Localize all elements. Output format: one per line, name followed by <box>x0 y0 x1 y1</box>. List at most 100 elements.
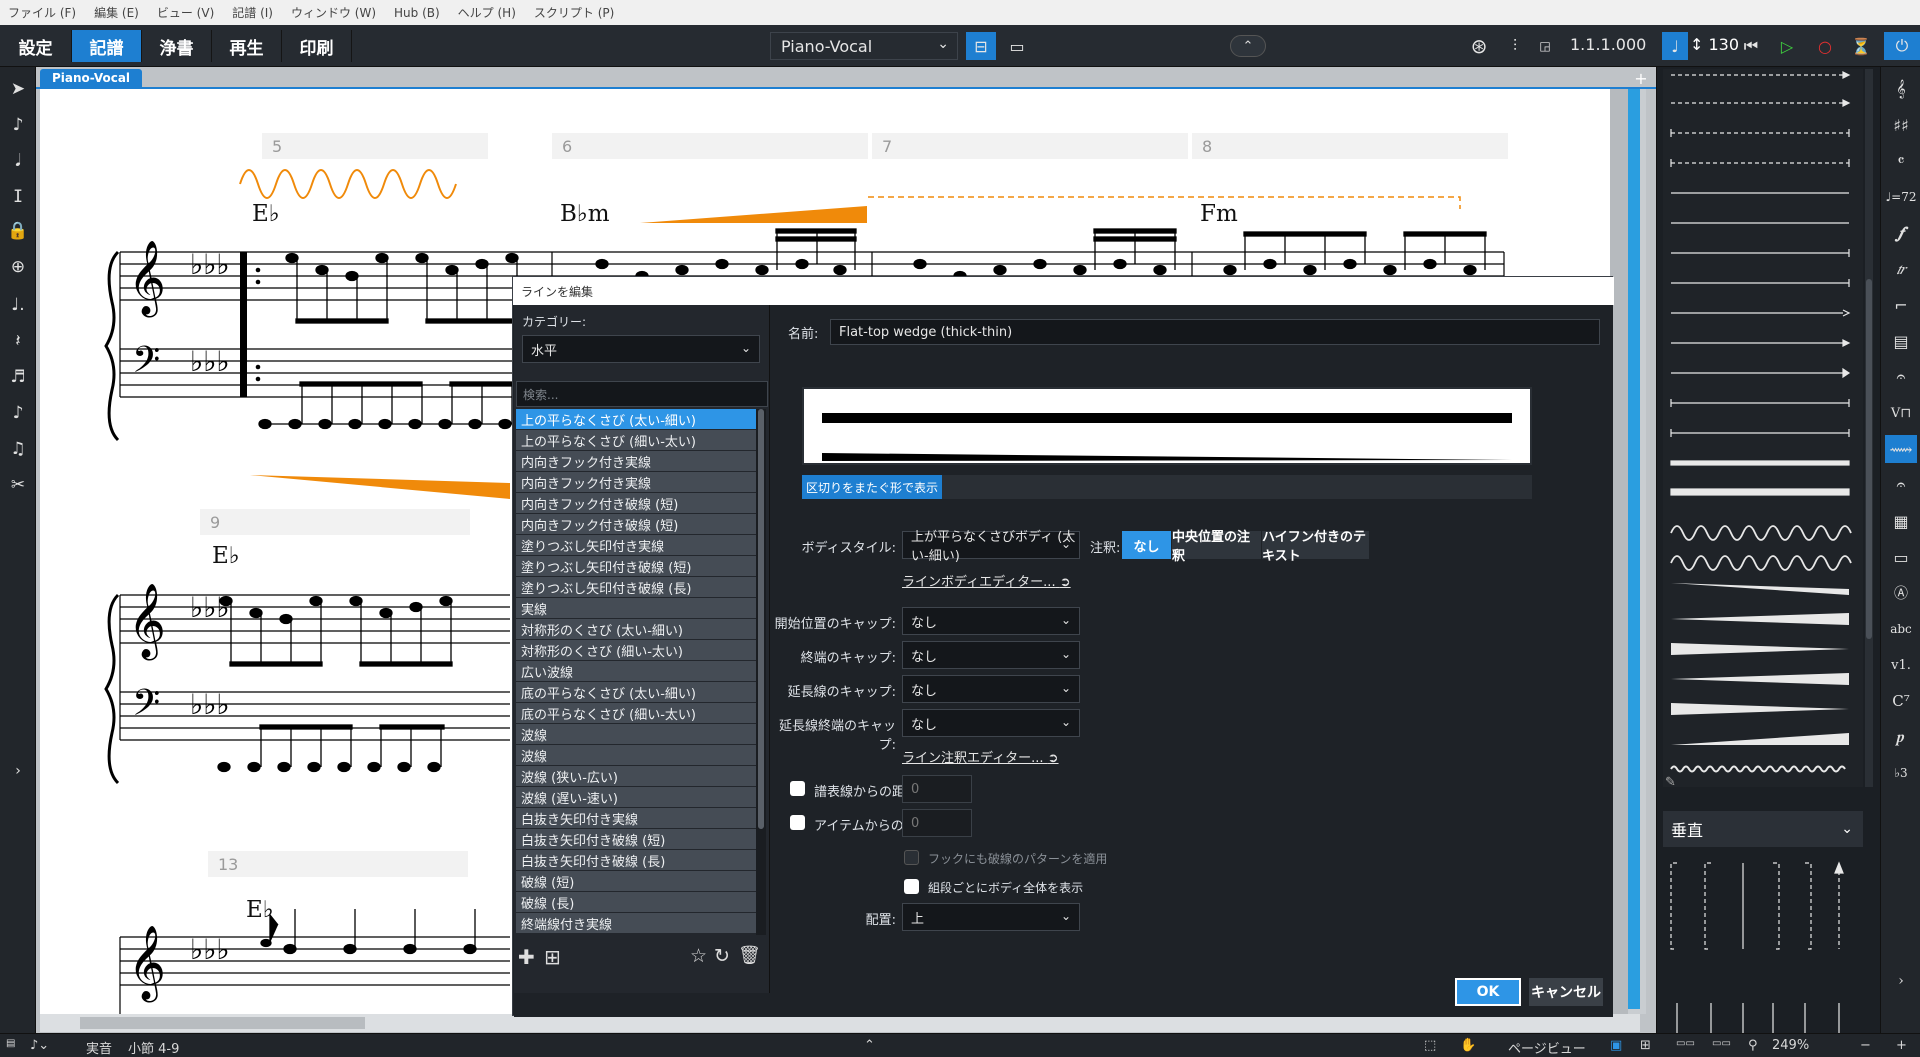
dynamics-icon[interactable]: 𝆑 <box>1885 219 1917 247</box>
repeat-ending-icon[interactable]: ⌐ <box>1885 291 1917 319</box>
menu-edit[interactable]: 編集 (E) <box>94 4 139 21</box>
add-icon[interactable]: ✚ <box>518 945 535 969</box>
chevron-up-icon[interactable]: ⌃ <box>864 1038 875 1053</box>
page-layout-icon[interactable]: ▭▭ <box>1712 1038 1731 1049</box>
lock-icon[interactable]: 🔒 <box>6 217 30 245</box>
line-style-item[interactable]: 広い波線 <box>516 661 756 682</box>
scissors-icon[interactable]: ✂ <box>6 471 30 499</box>
full-body-checkbox[interactable] <box>904 879 919 894</box>
scroll-thumb[interactable] <box>1628 89 1640 1009</box>
grid-view-icon[interactable]: ⊞ <box>1640 1038 1651 1053</box>
body-editor-link[interactable]: ラインボディエディター... ➲ <box>902 571 1071 590</box>
mode-play-tab[interactable]: 再生 <box>212 30 282 62</box>
menu-file[interactable]: ファイル (F) <box>8 4 76 21</box>
chord-input-icon[interactable]: 𝅘𝅥 <box>6 147 30 175</box>
chevron-right-icon[interactable]: › <box>6 757 30 785</box>
record-icon[interactable]: ○ <box>1810 32 1840 60</box>
ok-button[interactable]: OK <box>1455 978 1521 1006</box>
line-style-item[interactable]: 対称形のくさび (太い-細い) <box>516 619 756 640</box>
selection-tool-icon[interactable]: ⬚ <box>1424 1038 1436 1053</box>
end-cap-select[interactable]: なし ⌄ <box>902 641 1080 669</box>
view-mode[interactable]: ページビュー <box>1508 1038 1586 1057</box>
dotted-note-icon[interactable]: ♩. <box>6 291 30 319</box>
trash-icon[interactable]: 🗑 <box>738 945 761 966</box>
mode-write-tab[interactable]: 記譜 <box>72 30 142 62</box>
mode-engrave-tab[interactable]: 浄書 <box>142 30 212 62</box>
staff-distance-checkbox[interactable] <box>790 781 805 796</box>
vertical-scrollbar[interactable] <box>1628 89 1646 1014</box>
hook-dash-checkbox[interactable] <box>904 850 919 865</box>
note-input-icon[interactable]: ♪⌄ <box>30 1038 49 1053</box>
zoom-out-icon[interactable]: − <box>1860 1038 1871 1053</box>
line-style-item[interactable]: 波線 <box>516 724 756 745</box>
add-tab-icon[interactable]: + <box>1632 69 1650 88</box>
menu-script[interactable]: スクリプト (P) <box>534 4 614 21</box>
line-style-item[interactable]: 内向きフック付き破線 (短) <box>516 493 756 514</box>
pencil-icon[interactable]: ✎ <box>1665 775 1676 790</box>
body-style-select[interactable]: 上が平らなくさびボディ (太い-細い) ⌄ <box>902 530 1080 564</box>
menu-window[interactable]: ウィンドウ (W) <box>291 4 376 21</box>
item-distance-checkbox[interactable] <box>790 815 805 830</box>
menu-write[interactable]: 記譜 (I) <box>232 4 273 21</box>
power-icon[interactable]: ⏻ <box>1884 32 1920 60</box>
chord-symbols-icon[interactable]: C⁷ <box>1885 687 1917 715</box>
layout-tab[interactable]: Piano-Vocal <box>40 69 142 87</box>
item-distance-input[interactable]: 0 <box>902 809 972 837</box>
video-clapper-icon[interactable]: ▦ <box>1885 507 1917 535</box>
annotation-hyphen-button[interactable]: ハイフン付きのテキスト <box>1262 530 1370 564</box>
zoom-in-icon[interactable]: + <box>1896 1038 1907 1053</box>
star-icon[interactable]: ☆ <box>690 945 707 967</box>
mode-setup-tab[interactable]: 設定 <box>0 30 72 62</box>
page-layout-icon[interactable]: ▭▭ <box>1676 1038 1695 1049</box>
ear-icon[interactable]: 𝄐 <box>1885 471 1917 499</box>
dashed-hook-line[interactable] <box>868 196 1461 209</box>
clef-icon[interactable]: 𝄞 <box>1885 75 1917 103</box>
select-arrow-icon[interactable]: ➤ <box>6 75 30 103</box>
line-style-item[interactable]: 白抜き矢印付き破線 (長) <box>516 850 756 871</box>
line-style-item[interactable]: 実線 <box>516 598 756 619</box>
line-style-item[interactable]: 白抜き矢印付き実線 <box>516 808 756 829</box>
chevron-right-icon[interactable]: › <box>1885 967 1917 995</box>
line-style-item[interactable]: 塗りつぶし矢印付き破線 (長) <box>516 577 756 598</box>
placement-select[interactable]: 上 ⌄ <box>902 903 1080 931</box>
annotation-none-button[interactable]: なし <box>1122 531 1172 559</box>
continuation-cap-select[interactable]: なし ⌄ <box>902 675 1080 703</box>
line-style-item[interactable]: 破線 (長) <box>516 892 756 913</box>
galley-view-icon[interactable]: ⊟ <box>966 32 996 60</box>
line-style-item[interactable]: 白抜き矢印付き破線 (短) <box>516 829 756 850</box>
hand-tool-icon[interactable]: ✋ <box>1460 1038 1476 1053</box>
line-style-item[interactable]: 内向きフック付き実線 <box>516 451 756 472</box>
scroll-thumb[interactable] <box>80 1017 365 1029</box>
line-style-item[interactable]: 上の平らなくさび (太い-細い) <box>516 409 756 430</box>
search-input[interactable]: 検索... <box>516 381 768 407</box>
annotation-editor-link[interactable]: ライン注釈エディター... ➲ <box>902 747 1059 766</box>
line-style-item[interactable]: 破線 (短) <box>516 871 756 892</box>
spread-view-icon[interactable]: ▣ <box>1610 1038 1622 1053</box>
menu-help[interactable]: ヘルプ (H) <box>458 4 516 21</box>
line-styles-preview[interactable] <box>1663 69 1863 787</box>
time-signature-icon[interactable]: 𝄴 <box>1885 147 1917 175</box>
key-signature-icon[interactable]: ♯♯ <box>1885 111 1917 139</box>
line-style-item[interactable]: 内向きフック付き破線 (短) <box>516 514 756 535</box>
scroll-thumb[interactable] <box>758 409 764 829</box>
line-style-item[interactable]: 底の平らなくさび (細い-太い) <box>516 703 756 724</box>
revert-icon[interactable]: ↻ <box>714 945 730 967</box>
tuplet-icon[interactable]: ♬ <box>6 363 30 391</box>
mode-print-tab[interactable]: 印刷 <box>282 30 352 62</box>
text-frame-icon[interactable]: Ⓐ <box>1885 579 1917 607</box>
menu-view[interactable]: ビュー (V) <box>157 4 214 21</box>
category-select[interactable]: 水平 ⌄ <box>522 335 760 363</box>
line-style-item[interactable]: 波線 (狭い-広い) <box>516 766 756 787</box>
tie-icon[interactable]: ♫ <box>6 435 30 463</box>
zoom-search-icon[interactable]: ⚲ <box>1748 1038 1758 1053</box>
palette-scrollbar[interactable] <box>1865 69 1873 787</box>
grace-note-icon[interactable]: ♪ <box>6 399 30 427</box>
show-across-breaks-button[interactable]: 区切りをまたぐ形で表示 <box>802 475 942 499</box>
wedge-line[interactable] <box>640 206 867 223</box>
lines-icon[interactable]: ⟿ <box>1885 435 1917 463</box>
collapse-panels-button[interactable]: ⌃ <box>1230 35 1266 57</box>
mixer-icon[interactable]: ⫶ <box>1500 32 1530 60</box>
playing-techniques-icon[interactable]: V⊓ <box>1885 399 1917 427</box>
bars-icon[interactable]: ▤ <box>1885 327 1917 355</box>
rest-icon[interactable]: 𝄽 <box>6 327 30 355</box>
